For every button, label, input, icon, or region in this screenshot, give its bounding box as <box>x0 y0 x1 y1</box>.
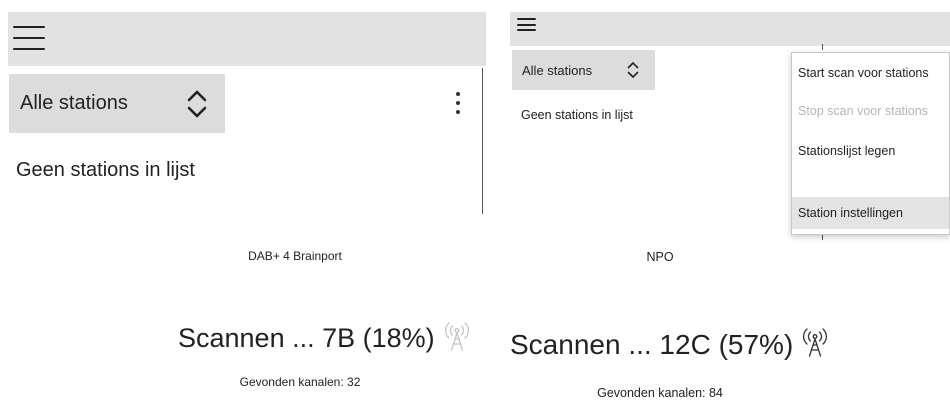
right-scan-status: Scannen ... 12C (57%) <box>510 329 794 360</box>
right-panel-divider <box>822 44 823 50</box>
antenna-signal-icon <box>803 328 828 357</box>
menu-item-label: Start scan voor stations <box>798 66 929 80</box>
left-scan-station-name: DAB+ 4 Brainport <box>248 249 342 263</box>
left-toolbar <box>8 12 486 66</box>
menu-item-start-scan[interactable]: Start scan voor stations <box>792 57 949 89</box>
left-hamburger-icon[interactable] <box>13 26 45 50</box>
right-chevron-up-down-icon <box>627 62 639 78</box>
menu-item-label: Stop scan voor stations <box>798 104 928 118</box>
right-scan-status-row: Scannen ... 12C (57%) <box>510 325 829 365</box>
right-hamburger-icon[interactable] <box>517 18 536 31</box>
left-dropdown-label: Alle stations <box>20 92 128 114</box>
left-found-channels: Gevonden kanalen: 32 <box>239 375 361 389</box>
right-empty-list-text: Geen stations in lijst <box>521 108 633 122</box>
left-chevron-up-down-icon <box>187 90 207 118</box>
menu-item-station-settings[interactable]: Station instellingen <box>792 197 949 229</box>
menu-item-stop-scan: Stop scan voor stations <box>792 95 949 127</box>
left-empty-list-text: Geen stations in lijst <box>16 159 195 181</box>
left-more-vert-icon[interactable] <box>455 92 461 114</box>
menu-item-clear-list[interactable]: Stationslijst legen <box>792 135 949 167</box>
right-scan-station-name: NPO <box>646 250 674 264</box>
left-panel-divider <box>482 68 483 214</box>
left-scan-status-row: Scannen ... 7B (18%) <box>178 318 471 358</box>
overflow-menu: Start scan voor stations Stop scan voor … <box>791 52 950 235</box>
menu-item-label: Station instellingen <box>798 206 903 220</box>
right-toolbar <box>510 12 950 46</box>
right-dropdown-label: Alle stations <box>522 62 593 78</box>
left-scan-status: Scannen ... 7B (18%) <box>178 322 435 353</box>
antenna-signal-icon <box>444 322 469 351</box>
menu-item-label: Stationslijst legen <box>798 144 896 158</box>
